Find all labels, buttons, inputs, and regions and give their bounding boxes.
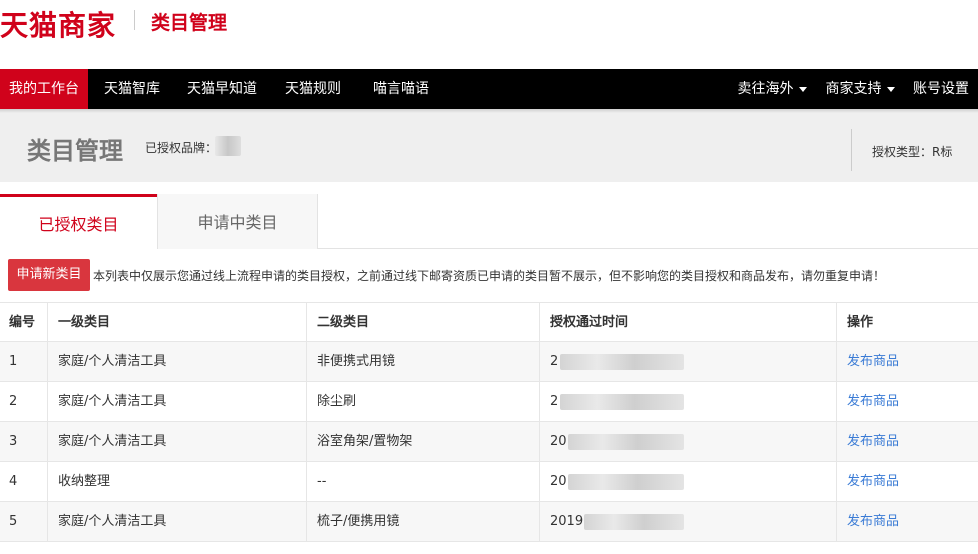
time-redacted: [568, 474, 684, 490]
nav-item-workbench[interactable]: 我的工作台: [0, 69, 88, 109]
cell-cat2: 梳子/便携用镜: [306, 502, 539, 541]
page-header-divider: [851, 129, 852, 171]
main-nav: 我的工作台 天猫智库 天猫早知道 天猫规则 喵言喵语 卖往海外 商家支持 账号设…: [0, 69, 978, 109]
publish-product-link[interactable]: 发布商品: [847, 394, 899, 409]
cell-cat1: 收纳整理: [47, 462, 306, 501]
col-header-cat1: 一级类目: [47, 303, 306, 341]
category-table: 编号 一级类目 二级类目 授权通过时间 操作 1 家庭/个人清洁工具 非便携式用…: [0, 302, 978, 541]
nav-shadow: [0, 109, 978, 113]
nav-overseas-label: 卖往海外: [737, 81, 794, 97]
time-redacted: [568, 434, 684, 450]
time-prefix: 2: [550, 354, 559, 369]
time-prefix: 2019: [550, 514, 584, 529]
chevron-down-icon: [798, 86, 807, 92]
publish-product-link[interactable]: 发布商品: [847, 474, 899, 489]
nav-item-miaoyan[interactable]: 喵言喵语: [364, 69, 438, 109]
nav-item-rules[interactable]: 天猫规则: [276, 69, 350, 109]
notice-text: 本列表中仅展示您通过线上流程申请的类目授权，之前通过线下邮寄资质已申请的类目暂不…: [93, 269, 886, 283]
table-row: 5 家庭/个人清洁工具 梳子/便携用镜 2019 发布商品: [0, 501, 978, 541]
cell-action: 发布商品: [836, 422, 978, 461]
cell-time: 2: [539, 342, 836, 381]
table-row: 4 收纳整理 -- 20 发布商品: [0, 461, 978, 501]
time-prefix: 20: [550, 474, 567, 489]
table-row: 3 家庭/个人清洁工具 浴室角架/置物架 20 发布商品: [0, 421, 978, 461]
cell-no: 2: [9, 394, 18, 409]
table-bottom-border: [0, 541, 978, 542]
col-header-cat2: 二级类目: [306, 303, 539, 341]
time-redacted: [560, 354, 684, 370]
nav-item-zaozhidao[interactable]: 天猫早知道: [178, 69, 266, 109]
table-header-row: 编号 一级类目 二级类目 授权通过时间 操作: [0, 302, 978, 341]
time-redacted: [584, 514, 684, 530]
cell-time: 2019: [539, 502, 836, 541]
nav-item-overseas[interactable]: 卖往海外: [732, 69, 812, 109]
nav-item-account-settings[interactable]: 账号设置: [908, 69, 974, 109]
col-header-no: 编号: [9, 315, 36, 330]
brand-redacted: [215, 136, 241, 156]
tab-authorized[interactable]: 已授权类目: [0, 194, 157, 249]
cell-time: 20: [539, 422, 836, 461]
cell-no: 4: [9, 474, 18, 489]
time-prefix: 2: [550, 394, 559, 409]
cell-cat2: 除尘刷: [306, 382, 539, 421]
tab-pending[interactable]: 申请中类目: [157, 194, 318, 249]
col-header-time: 授权通过时间: [539, 303, 836, 341]
cell-cat1: 家庭/个人清洁工具: [47, 422, 306, 461]
page-title: 类目管理: [27, 137, 123, 165]
authorized-brand-label: 已授权品牌：: [145, 141, 218, 155]
auth-type-label: 授权类型：R标: [872, 145, 953, 159]
cell-cat1: 家庭/个人清洁工具: [47, 342, 306, 381]
cell-time: 20: [539, 462, 836, 501]
header-divider: [134, 10, 135, 30]
publish-product-link[interactable]: 发布商品: [847, 514, 899, 529]
top-header: 天猫商家 类目管理: [0, 0, 978, 69]
cell-no: 3: [9, 434, 18, 449]
cell-action: 发布商品: [836, 502, 978, 541]
cell-time: 2: [539, 382, 836, 421]
cell-action: 发布商品: [836, 342, 978, 381]
time-redacted: [560, 394, 684, 410]
publish-product-link[interactable]: 发布商品: [847, 354, 899, 369]
cell-no: 1: [9, 354, 18, 369]
table-row: 2 家庭/个人清洁工具 除尘刷 2 发布商品: [0, 381, 978, 421]
tmall-merchant-logo[interactable]: 天猫商家: [0, 4, 116, 44]
category-tabs: 已授权类目 申请中类目: [0, 194, 978, 249]
nav-item-zhiku[interactable]: 天猫智库: [93, 69, 171, 109]
header-subtitle: 类目管理: [151, 12, 228, 34]
cell-cat2: 非便携式用镜: [306, 342, 539, 381]
cell-cat1: 家庭/个人清洁工具: [47, 382, 306, 421]
cell-no: 5: [9, 514, 18, 529]
cell-cat1: 家庭/个人清洁工具: [47, 502, 306, 541]
cell-action: 发布商品: [836, 462, 978, 501]
col-header-action: 操作: [836, 303, 978, 341]
table-row: 1 家庭/个人清洁工具 非便携式用镜 2 发布商品: [0, 341, 978, 381]
apply-new-category-button[interactable]: 申请新类目: [8, 259, 90, 291]
nav-support-label: 商家支持: [825, 81, 882, 97]
publish-product-link[interactable]: 发布商品: [847, 434, 899, 449]
chevron-down-icon: [886, 86, 895, 92]
nav-item-support[interactable]: 商家支持: [820, 69, 900, 109]
cell-cat2: --: [306, 462, 539, 501]
cell-cat2: 浴室角架/置物架: [306, 422, 539, 461]
page-header: 类目管理 已授权品牌： 授权类型：R标: [0, 109, 978, 182]
cell-action: 发布商品: [836, 382, 978, 421]
time-prefix: 20: [550, 434, 567, 449]
